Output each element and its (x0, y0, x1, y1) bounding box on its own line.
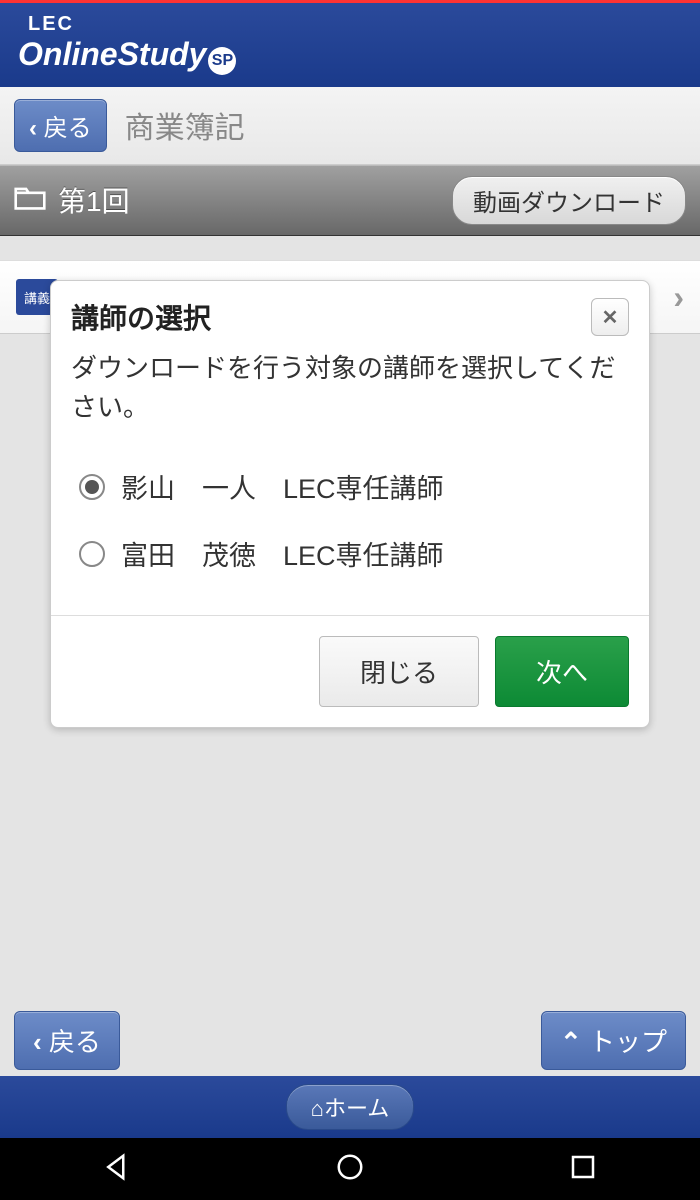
section-bar: 第1回 動画ダウンロード (0, 165, 700, 236)
android-recent-icon[interactable] (568, 1152, 598, 1187)
instructor-option-label: 影山 一人 LEC専任講師 (121, 467, 444, 506)
section-title: 第1回 (58, 180, 130, 220)
instructor-option-label: 富田 茂徳 LEC専任講師 (121, 534, 444, 573)
subheader: 戻る 商業簿記 (0, 87, 700, 165)
android-home-icon[interactable] (335, 1152, 365, 1187)
folder-icon (14, 185, 46, 216)
instructor-option-1[interactable]: 富田 茂徳 LEC専任講師 (71, 520, 629, 587)
app-header: LEC OnlineStudySP (0, 3, 700, 87)
footer-top-label: トップ (589, 1027, 667, 1057)
home-bar: ⌂ホーム (0, 1076, 700, 1138)
footer-back-label: 戻る (49, 1027, 101, 1057)
home-button-label: ホーム (324, 1096, 389, 1121)
next-button-label: 次へ (536, 658, 588, 688)
dialog-title: 講師の選択 (71, 297, 211, 337)
logo-sp-badge: SP (208, 47, 236, 75)
logo-main: OnlineStudy (18, 36, 206, 72)
dialog-close-button[interactable]: ✕ (591, 298, 629, 336)
back-button-label: 戻る (44, 115, 92, 142)
dialog-description: ダウンロードを行う対象の講師を選択してください。 (71, 349, 629, 427)
download-button-label: 動画ダウンロード (473, 190, 665, 217)
home-button[interactable]: ⌂ホーム (286, 1084, 415, 1130)
footer-top-button[interactable]: トップ (541, 1011, 686, 1070)
close-icon: ✕ (602, 307, 619, 329)
android-system-nav (0, 1138, 700, 1200)
footer-back-button[interactable]: 戻る (14, 1011, 120, 1070)
dialog-close-action-button[interactable]: 閉じる (319, 636, 479, 707)
radio-icon (79, 474, 105, 500)
chevron-right-icon: › (673, 279, 684, 316)
android-back-icon[interactable] (102, 1152, 132, 1187)
close-button-label: 閉じる (360, 658, 438, 688)
instructor-select-dialog: 講師の選択 ✕ ダウンロードを行う対象の講師を選択してください。 影山 一人 L… (50, 280, 650, 728)
radio-icon (79, 541, 105, 567)
video-download-button[interactable]: 動画ダウンロード (452, 176, 686, 225)
breadcrumb: 商業簿記 (125, 103, 245, 147)
app-logo: LEC OnlineStudySP (18, 13, 682, 75)
logo-lec: LEC (28, 13, 682, 36)
footer-nav: 戻る トップ (0, 997, 700, 1084)
dialog-next-button[interactable]: 次へ (495, 636, 629, 707)
back-button[interactable]: 戻る (14, 99, 107, 152)
home-icon: ⌂ (311, 1096, 324, 1121)
instructor-option-0[interactable]: 影山 一人 LEC専任講師 (71, 453, 629, 520)
